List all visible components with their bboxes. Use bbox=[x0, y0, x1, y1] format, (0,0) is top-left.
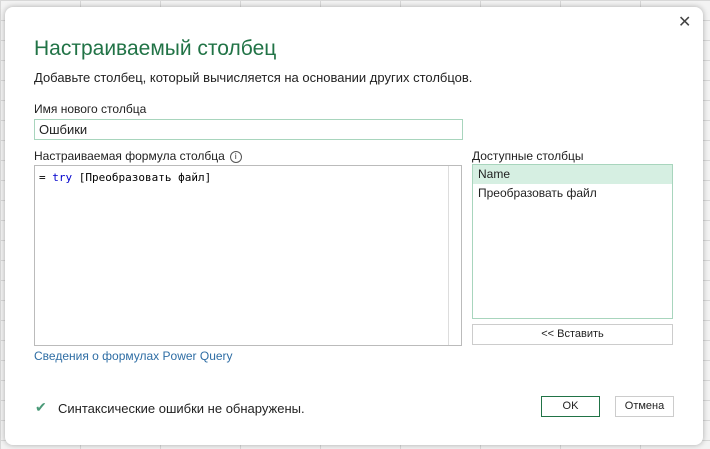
list-item[interactable]: Name bbox=[473, 165, 672, 184]
formula-keyword: try bbox=[52, 171, 73, 184]
ok-button[interactable]: OK bbox=[541, 396, 600, 417]
formula-editor[interactable]: = try [Преобразовать файл] bbox=[34, 165, 462, 346]
available-columns-label: Доступные столбцы bbox=[472, 149, 584, 163]
formula-text: [Преобразовать файл] bbox=[72, 171, 212, 184]
available-columns-list[interactable]: Name Преобразовать файл bbox=[472, 164, 673, 319]
formula-help-link[interactable]: Сведения о формулах Power Query bbox=[34, 349, 233, 363]
status-text: Синтаксические ошибки не обнаружены. bbox=[58, 401, 305, 416]
column-name-label: Имя нового столбца bbox=[34, 102, 147, 116]
dialog-subtitle: Добавьте столбец, который вычисляется на… bbox=[34, 70, 473, 85]
scrollbar[interactable] bbox=[448, 166, 449, 345]
column-name-input[interactable]: Ошбики bbox=[34, 119, 463, 140]
formula-label: Настраиваемая формула столбца i bbox=[34, 149, 242, 163]
formula-label-text: Настраиваемая формула столбца bbox=[34, 149, 225, 163]
formula-line: = try [Преобразовать файл] bbox=[35, 166, 461, 189]
cancel-button[interactable]: Отмена bbox=[615, 396, 674, 417]
formula-eq: = bbox=[39, 171, 53, 184]
check-icon: ✔ bbox=[35, 399, 47, 415]
custom-column-dialog: ✕ Настраиваемый столбец Добавьте столбец… bbox=[5, 7, 703, 445]
dialog-title: Настраиваемый столбец bbox=[34, 37, 277, 60]
info-icon[interactable]: i bbox=[229, 150, 242, 163]
close-icon[interactable]: ✕ bbox=[678, 12, 691, 32]
insert-button[interactable]: << Вставить bbox=[472, 324, 673, 345]
list-item[interactable]: Преобразовать файл bbox=[473, 184, 672, 203]
